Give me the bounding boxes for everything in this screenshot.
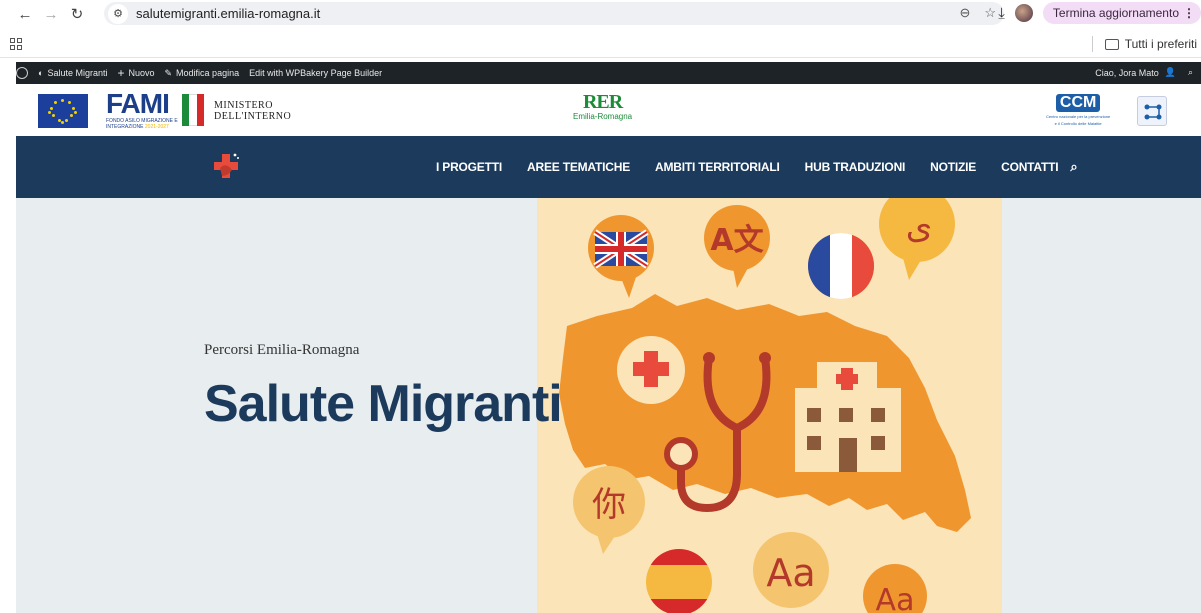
- menu-item-contatti[interactable]: CONTATTI: [1001, 160, 1058, 174]
- wp-site-label: Salute Migranti: [47, 68, 108, 78]
- wp-builder-label: Edit with WPBakery Page Builder: [249, 68, 383, 78]
- wp-builder-link[interactable]: Edit with WPBakery Page Builder: [249, 68, 382, 78]
- menu-item-hub-traduzioni[interactable]: HUB TRADUZIONI: [805, 160, 906, 174]
- download-icon[interactable]: ⤓: [998, 5, 1005, 22]
- rer-wordmark: RER: [582, 91, 623, 113]
- update-button[interactable]: Termina aggiornamento ⋮: [1042, 2, 1201, 24]
- fami-subtitle-2: INTEGRAZIONE: [106, 124, 144, 130]
- eu-flag-logo: [38, 94, 88, 128]
- partner-logos: FAMI FONDO ASILO MIGRAZIONE E INTEGRAZIO…: [16, 84, 1201, 136]
- url-text: salutemigranti.emilia-romagna.it: [136, 6, 321, 21]
- hero-section: A文 ی 你 Aa Aa Percorsi Emilia-Romagna Sal…: [16, 198, 1201, 613]
- ccm-wordmark: CCM: [1055, 94, 1101, 112]
- rer-logo: RER Emilia-Romagna: [573, 92, 632, 121]
- wordpress-icon[interactable]: [16, 67, 28, 79]
- main-menu: I PROGETTI AREE TEMATICHE AMBITI TERRITO…: [436, 136, 1078, 198]
- hero-eyebrow: Percorsi Emilia-Romagna: [204, 342, 360, 358]
- zoom-icon[interactable]: ⊖: [959, 5, 970, 21]
- forward-button[interactable]: →: [40, 3, 62, 25]
- rer-region: Emilia-Romagna: [573, 112, 633, 121]
- ccm-desc-2: e il Controllo delle Malattie: [1054, 121, 1102, 126]
- hero-illustration: A文 ی 你 Aa Aa: [537, 198, 1002, 613]
- search-icon[interactable]: ⌕: [1188, 67, 1193, 78]
- italy-flag-logo: [182, 94, 204, 126]
- wp-admin-bar: ◐ Salute Migranti + Nuovo ✎ Modifica pag…: [16, 62, 1201, 84]
- france-flag-icon: [808, 233, 874, 299]
- user-icon[interactable]: 👤: [1165, 67, 1176, 78]
- fami-years: 2021-2027: [144, 124, 169, 130]
- pencil-icon: ✎: [164, 67, 173, 78]
- wp-edit-page-label: Modifica pagina: [176, 68, 240, 78]
- bookmarks-divider: [1091, 36, 1093, 52]
- page-title: Salute Migranti: [204, 375, 563, 433]
- profile-avatar[interactable]: [1014, 4, 1033, 22]
- ccm-desc-1: Centro nazionale per la prevenzione: [1046, 114, 1111, 119]
- reload-button[interactable]: ↻: [66, 3, 88, 25]
- site-search-icon[interactable]: ⌕: [1070, 159, 1077, 175]
- browser-toolbar: ← → ↻ ⚙ salutemigranti.emilia-romagna.it…: [0, 0, 1201, 28]
- update-button-label: Termina aggiornamento: [1052, 6, 1179, 20]
- wp-new-link[interactable]: + Nuovo: [117, 66, 154, 80]
- site-header-nav: I PROGETTI AREE TEMATICHE AMBITI TERRITO…: [16, 136, 1201, 198]
- address-bar[interactable]: ⚙ salutemigranti.emilia-romagna.it ⊖ ☆: [104, 2, 1004, 25]
- wp-greeting[interactable]: Ciao, Jora Mato: [1095, 68, 1159, 78]
- web-page: ◐ Salute Migranti + Nuovo ✎ Modifica pag…: [16, 62, 1201, 613]
- spain-flag-icon: [646, 549, 712, 613]
- translate-icon: A文: [710, 223, 763, 258]
- ministero-line-2: DELL'INTERNO: [214, 111, 292, 122]
- menu-item-aree-tematiche[interactable]: AREE TEMATICHE: [527, 160, 630, 174]
- folder-icon: [1104, 38, 1119, 50]
- menu-item-notizie[interactable]: NOTIZIE: [930, 160, 976, 174]
- fami-logo: FAMI FONDO ASILO MIGRAZIONE E INTEGRAZIO…: [106, 88, 178, 131]
- aa-large-icon: Aa: [766, 551, 815, 595]
- fami-wordmark: FAMI: [106, 88, 170, 119]
- chinese-char-icon: 你: [592, 485, 626, 525]
- wp-new-label: Nuovo: [128, 68, 155, 78]
- ministero-line-1: MINISTERO: [214, 100, 273, 111]
- menu-item-progetti[interactable]: I PROGETTI: [436, 160, 502, 174]
- apps-grid-icon[interactable]: [10, 37, 22, 50]
- network-logo: [1137, 96, 1167, 126]
- wp-edit-page-link[interactable]: ✎ Modifica pagina: [165, 68, 240, 79]
- site-info-icon[interactable]: ⚙: [108, 3, 128, 24]
- plus-icon: +: [117, 66, 125, 80]
- dashboard-icon: ◐: [38, 68, 44, 78]
- bookmark-star-icon[interactable]: ☆: [984, 5, 996, 21]
- ministero-logo: MINISTERO DELL'INTERNO: [214, 100, 291, 122]
- bookmarks-bar: Tutti i preferiti: [0, 30, 1201, 58]
- back-button[interactable]: ←: [14, 3, 36, 25]
- kebab-menu-icon: ⋮: [1183, 6, 1195, 20]
- all-bookmarks-link[interactable]: Tutti i preferiti: [1125, 37, 1197, 51]
- arabic-letter-icon: ی: [906, 207, 933, 247]
- uk-flag-icon: [593, 229, 649, 269]
- wp-site-link[interactable]: ◐ Salute Migranti: [38, 68, 107, 78]
- aa-small-icon: Aa: [876, 583, 915, 613]
- menu-item-ambiti-territoriali[interactable]: AMBITI TERRITORIALI: [655, 160, 780, 174]
- ccm-logo: CCM Centro nazionale per la prevenzione …: [1046, 94, 1110, 126]
- site-logo[interactable]: [206, 148, 242, 184]
